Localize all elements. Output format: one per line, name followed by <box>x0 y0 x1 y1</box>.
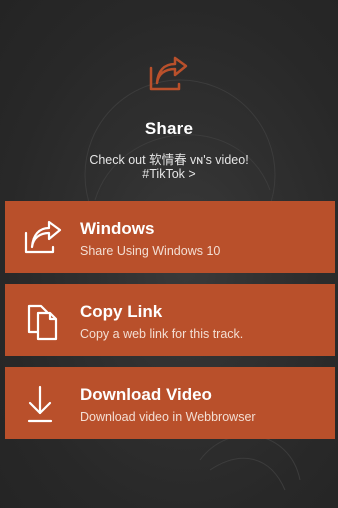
copy-icon <box>27 304 58 341</box>
download-video-option-title: Download Video <box>80 385 212 404</box>
copy-link-button[interactable]: Copy Link Copy a web link for this track… <box>5 284 335 356</box>
download-video-option-description: Download video in Webbrowser <box>80 410 256 424</box>
share-title: Share <box>144 119 194 138</box>
copy-link-option-title: Copy Link <box>80 302 163 321</box>
tiktok-tag-link[interactable]: #TikTok > <box>0 167 338 181</box>
download-icon <box>27 385 53 423</box>
windows-option-description: Share Using Windows 10 <box>80 244 221 258</box>
share-windows-button[interactable]: Windows Share Using Windows 10 <box>5 201 335 273</box>
download-video-button[interactable]: Download Video Download video in Webbrow… <box>5 367 335 439</box>
share-icon <box>24 220 62 254</box>
share-icon <box>149 56 188 91</box>
copy-link-option-description: Copy a web link for this track. <box>80 327 244 341</box>
share-subtitle: Check out 软情春 ᴠɴ's video! <box>89 153 249 167</box>
windows-option-title: Windows <box>80 219 155 238</box>
share-panel: Share Check out 软情春 ᴠɴ's video! #TikTok … <box>0 0 338 508</box>
